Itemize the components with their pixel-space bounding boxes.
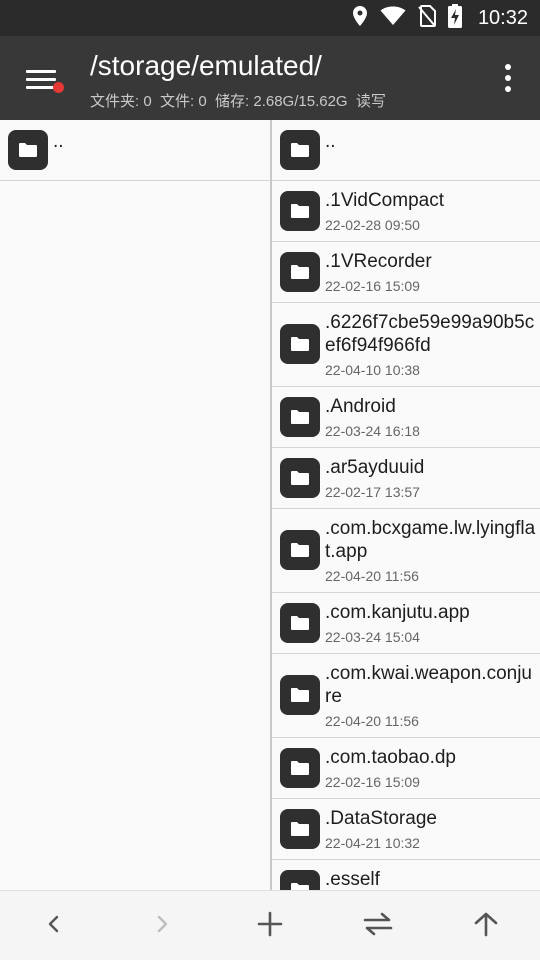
list-item[interactable]: .. (0, 120, 270, 181)
list-item[interactable]: .esself (272, 860, 540, 890)
item-date: 22-02-28 09:50 (325, 217, 420, 233)
list-item[interactable]: .1VRecorder 22-02-16 15:09 (272, 242, 540, 303)
parent-directory-button[interactable] (456, 891, 516, 960)
back-icon (44, 912, 64, 941)
folder-icon (280, 130, 320, 170)
current-path: /storage/emulated/ (90, 50, 322, 81)
storage-summary: 文件夹: 0 文件: 0 储存: 2.68G/15.62G 读写 (90, 93, 386, 110)
back-button[interactable] (24, 891, 84, 960)
right-pane[interactable]: .. .1VidCompact 22-02-28 09:50 .1VRecord… (272, 120, 540, 890)
item-name: .. (53, 131, 64, 152)
item-date: 22-03-24 16:18 (325, 423, 420, 439)
folder-icon (280, 191, 320, 231)
item-date: 22-04-20 11:56 (325, 713, 419, 729)
item-date: 22-02-16 15:09 (325, 774, 420, 790)
item-date: 22-04-21 10:32 (325, 835, 420, 851)
forward-button[interactable] (132, 891, 192, 960)
list-item[interactable]: .Android 22-03-24 16:18 (272, 387, 540, 448)
folder-icon (280, 675, 320, 715)
menu-button[interactable] (20, 60, 68, 100)
folder-icon (280, 530, 320, 570)
item-date: 22-02-16 15:09 (325, 278, 420, 294)
wifi-icon (380, 6, 406, 31)
up-icon (472, 910, 500, 943)
list-item[interactable]: .com.bcxgame.lw.lyingflat.app 22-04-20 1… (272, 509, 540, 593)
list-item[interactable]: .com.kwai.weapon.conjure 22-04-20 11:56 (272, 654, 540, 738)
list-item[interactable]: .. (272, 120, 540, 181)
list-item[interactable]: .com.kanjutu.app 22-03-24 15:04 (272, 593, 540, 654)
item-date: 22-04-20 11:56 (325, 568, 419, 584)
forward-icon (152, 912, 172, 941)
status-bar: 10:32 (0, 0, 540, 36)
swap-panes-button[interactable] (348, 891, 408, 960)
status-time: 10:32 (477, 6, 528, 29)
list-item[interactable]: .1VidCompact 22-02-28 09:50 (272, 181, 540, 242)
folder-icon (280, 324, 320, 364)
list-item[interactable]: .ar5ayduuid 22-02-17 13:57 (272, 448, 540, 509)
list-item[interactable]: .6226f7cbe59e99a90b5cef6f94f966fd 22-04-… (272, 303, 540, 387)
notification-dot (53, 82, 64, 93)
folder-icon (280, 458, 320, 498)
list-item[interactable]: .DataStorage 22-04-21 10:32 (272, 799, 540, 860)
folder-icon (280, 603, 320, 643)
item-name: .Android (325, 396, 396, 417)
item-name: .1VRecorder (325, 251, 432, 272)
overflow-menu-button[interactable] (498, 64, 518, 94)
swap-icon (362, 911, 394, 942)
item-name: .com.kwai.weapon.conjure (325, 663, 532, 707)
left-pane[interactable]: .. (0, 120, 270, 890)
folder-icon (280, 748, 320, 788)
item-name: .com.bcxgame.lw.lyingflat.app (325, 518, 536, 562)
item-name: .1VidCompact (325, 190, 444, 211)
folder-icon (280, 809, 320, 849)
add-button[interactable] (240, 891, 300, 960)
item-date: 22-02-17 13:57 (325, 484, 420, 500)
app-bar: /storage/emulated/ 文件夹: 0 文件: 0 储存: 2.68… (0, 36, 540, 120)
item-date: 22-04-10 10:38 (325, 362, 420, 378)
status-icons: 10:32 (352, 0, 528, 36)
battery-charging-icon (447, 3, 462, 33)
folder-icon (8, 130, 48, 170)
item-name: .com.taobao.dp (325, 747, 456, 768)
item-name: .com.kanjutu.app (325, 602, 470, 623)
item-name: .ar5ayduuid (325, 457, 425, 478)
folder-icon (280, 870, 320, 890)
no-sim-icon (418, 4, 436, 32)
item-name: .DataStorage (325, 808, 437, 829)
folder-icon (280, 397, 320, 437)
list-item[interactable]: .com.taobao.dp 22-02-16 15:09 (272, 738, 540, 799)
add-icon (257, 911, 283, 942)
item-date: 22-03-24 15:04 (325, 629, 420, 645)
item-name: .. (325, 131, 336, 152)
item-name: .esself (325, 869, 380, 890)
folder-icon (280, 252, 320, 292)
bottom-toolbar (0, 890, 540, 960)
location-icon (352, 5, 368, 32)
item-name: .6226f7cbe59e99a90b5cef6f94f966fd (325, 312, 535, 356)
